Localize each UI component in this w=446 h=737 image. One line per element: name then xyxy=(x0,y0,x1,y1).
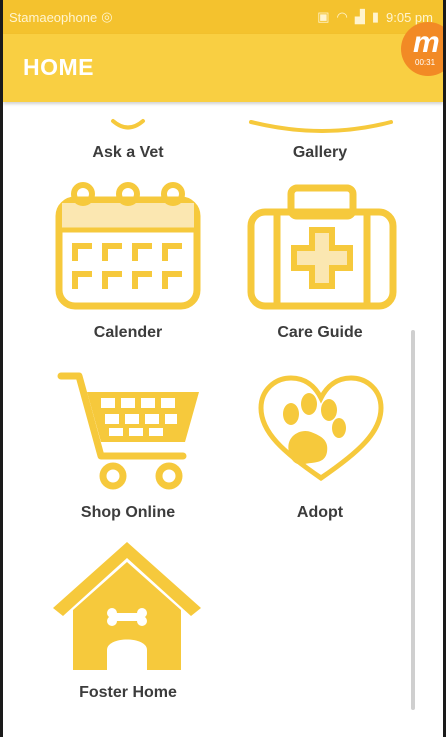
calendar-icon[interactable] xyxy=(53,180,203,312)
dog-house-icon[interactable] xyxy=(51,540,203,674)
adopt-label[interactable]: Adopt xyxy=(225,504,415,522)
gallery-icon[interactable] xyxy=(243,116,403,136)
recorder-logo: m xyxy=(413,26,440,59)
shopping-cart-icon[interactable] xyxy=(57,370,207,492)
care-guide-label[interactable]: Care Guide xyxy=(225,324,415,342)
app-bar: HOME xyxy=(3,34,443,102)
page-title: HOME xyxy=(23,54,94,80)
headset-icon: ◎ xyxy=(101,9,113,24)
carrier-name: Stamaeophone xyxy=(9,9,98,25)
gallery-label[interactable]: Gallery xyxy=(225,144,415,162)
ask-vet-label[interactable]: Ask a Vet xyxy=(33,144,223,162)
wifi-icon: ◠ xyxy=(336,9,348,24)
vibrate-icon: ▣ xyxy=(317,9,330,24)
scrollbar[interactable] xyxy=(411,330,415,710)
adopt-heart-paw-icon[interactable] xyxy=(255,374,387,484)
signal-icon: ▟ xyxy=(354,9,365,24)
battery-icon: ▮ xyxy=(371,9,380,24)
status-bar: Stamaeophone ◎ ▣ ◠ ▟ ▮ 9:05 pm xyxy=(3,0,443,34)
foster-home-label[interactable]: Foster Home xyxy=(33,684,223,702)
shop-online-label[interactable]: Shop Online xyxy=(33,504,223,522)
care-guide-icon[interactable] xyxy=(247,184,397,312)
calendar-label[interactable]: Calender xyxy=(33,324,223,342)
menu-grid: Ask a Vet Gallery Calender Care Guide Sh… xyxy=(3,102,443,737)
app-screen: Stamaeophone ◎ ▣ ◠ ▟ ▮ 9:05 pm HOME m 00… xyxy=(3,0,443,737)
ask-vet-icon[interactable] xyxy=(83,116,173,136)
recorder-timer: 00:31 xyxy=(415,58,436,67)
